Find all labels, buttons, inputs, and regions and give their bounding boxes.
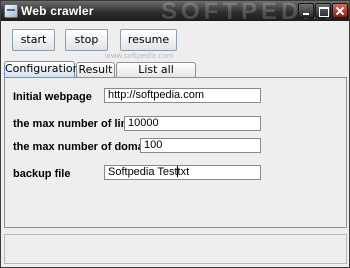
backup-file-text-after-caret: txt bbox=[177, 166, 190, 178]
max-domains-label: the max number of domains bbox=[13, 141, 160, 153]
backup-file-text-before-caret: Softpedia Test bbox=[108, 166, 178, 178]
initial-webpage-input[interactable]: http://softpedia.com bbox=[104, 88, 261, 103]
maximize-icon[interactable] bbox=[315, 3, 331, 18]
close-icon[interactable] bbox=[332, 3, 348, 18]
status-bar bbox=[4, 234, 347, 264]
tab-list-all-domains[interactable]: List all domains bbox=[116, 62, 196, 90]
app-window-icon bbox=[4, 4, 18, 18]
tab-configuration[interactable]: Configuration bbox=[4, 61, 80, 78]
max-domains-input[interactable]: 100 bbox=[140, 138, 261, 153]
title-bar[interactable]: Web crawler SOFTPEDIA bbox=[1, 0, 349, 25]
max-links-label: the max number of links bbox=[13, 118, 140, 130]
resume-button[interactable]: resume bbox=[120, 29, 177, 51]
app-window: Web crawler SOFTPEDIA start stop resume … bbox=[0, 0, 350, 268]
watermark-url: www.softpedia.com bbox=[105, 52, 174, 60]
tab-result[interactable]: Result bbox=[76, 62, 115, 78]
minimize-icon[interactable] bbox=[298, 3, 314, 18]
start-button[interactable]: start bbox=[12, 29, 55, 51]
max-links-input[interactable]: 10000 bbox=[124, 116, 261, 131]
backup-file-label: backup file bbox=[13, 168, 71, 180]
window-title: Web crawler bbox=[21, 4, 94, 18]
stop-button[interactable]: stop bbox=[65, 29, 108, 51]
backup-file-input[interactable]: Softpedia Testtxt bbox=[104, 165, 261, 180]
initial-webpage-label: Initial webpage bbox=[13, 91, 92, 103]
